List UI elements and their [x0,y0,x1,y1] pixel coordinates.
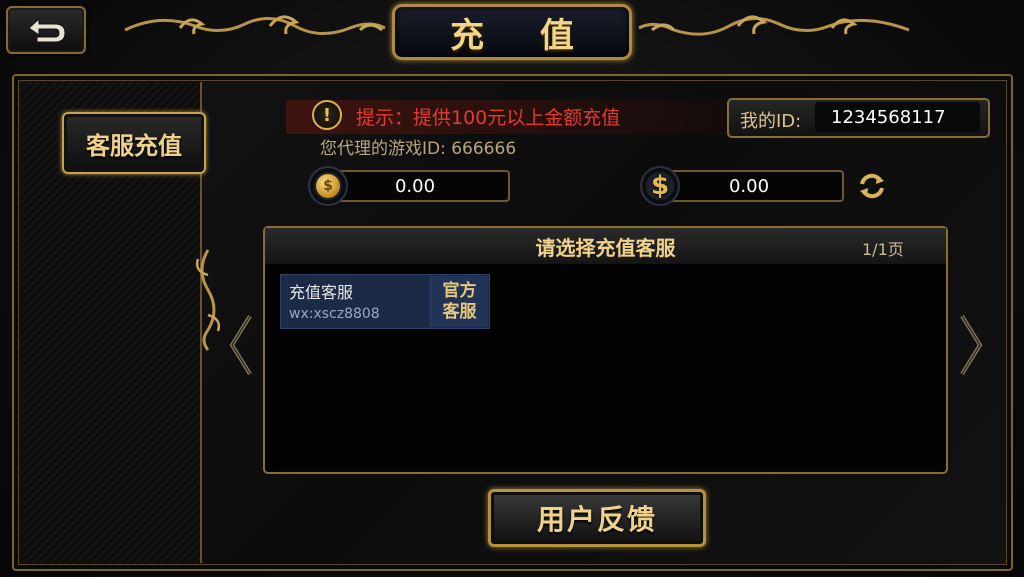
left-ornament [124,15,386,35]
page-indicator: 1/1页 [862,240,904,259]
title-plate: 充 值 [392,4,632,60]
chevron-left-icon[interactable] [224,312,258,378]
divider-ornament [195,249,221,351]
refresh-icon [860,173,884,199]
refresh-button[interactable] [856,170,888,202]
right-ornament [638,15,910,36]
service-name: 充值客服 [289,283,354,302]
feedback-button[interactable]: 用户反馈 [488,489,706,547]
notice-text: 提示：提供100元以上金额充值 [356,107,621,129]
page-title: 充 值 [450,15,596,56]
official-badge: 官方 客服 [430,276,488,327]
agent-game-id: 您代理的游戏ID: 666666 [320,139,517,159]
warning-icon: ! [312,100,342,130]
gold-balance-field: 0.00 [320,170,510,202]
service-wechat: wx:xscz8808 [289,306,380,322]
back-button[interactable] [6,6,86,54]
my-id-label: 我的ID: [740,111,802,132]
cash-balance-field: 0.00 [654,170,844,202]
chevron-right-icon[interactable] [954,312,988,378]
official-badge-line2: 客服 [442,301,477,322]
service-list-title: 请选择充值客服 [535,236,676,260]
tab-customer-service-recharge[interactable]: 客服充值 [62,112,206,174]
gold-coin-icon: $ [308,166,348,206]
dollar-icon: $ [640,166,680,206]
back-arrow-icon [28,17,66,43]
official-badge-line1: 官方 [442,280,477,301]
my-id-value: 1234568117 [815,102,980,132]
